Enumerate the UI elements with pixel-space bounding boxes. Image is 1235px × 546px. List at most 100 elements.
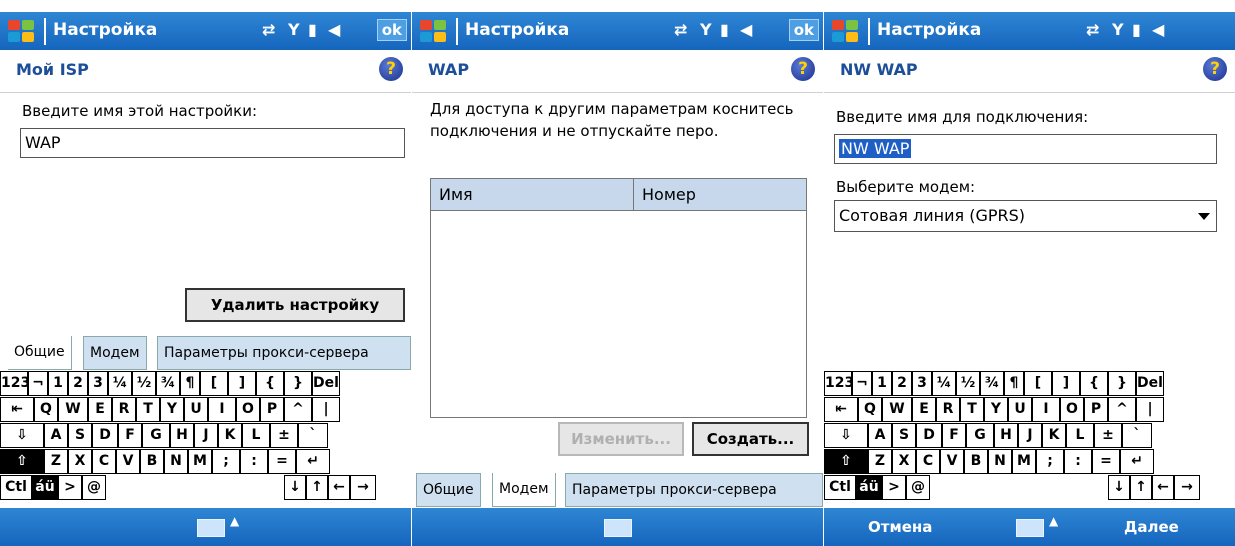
keyboard-icon[interactable] — [197, 519, 225, 537]
key[interactable]: N — [988, 449, 1012, 474]
input-menu-arrow-icon[interactable]: ▲ — [1049, 514, 1058, 528]
key[interactable]: R — [936, 397, 960, 422]
key[interactable]: ; — [1036, 449, 1064, 474]
key[interactable]: 1 — [48, 371, 68, 396]
windows-start-icon[interactable] — [832, 20, 860, 44]
column-number-header[interactable]: Номер — [634, 179, 806, 211]
key[interactable]: D — [92, 423, 118, 448]
key[interactable]: 3 — [912, 371, 932, 396]
key[interactable]: ^ — [1108, 397, 1136, 422]
setting-name-input[interactable]: WAP — [20, 128, 405, 158]
key[interactable]: G — [966, 423, 994, 448]
tab-general[interactable]: Общие — [8, 336, 72, 370]
key[interactable]: C — [916, 449, 940, 474]
key[interactable]: G — [142, 423, 170, 448]
key[interactable]: F — [942, 423, 966, 448]
key[interactable]: = — [1092, 449, 1120, 474]
key[interactable]: ⇧ — [0, 449, 44, 474]
key[interactable]: Z — [44, 449, 68, 474]
key[interactable]: E — [912, 397, 936, 422]
key[interactable]: @ — [906, 475, 930, 500]
key[interactable]: ] — [1052, 371, 1080, 396]
key[interactable]: ¼ — [108, 371, 132, 396]
connectivity-icon[interactable]: ⇄ — [674, 20, 687, 39]
key[interactable]: : — [240, 449, 268, 474]
key[interactable]: > — [58, 475, 82, 500]
key[interactable]: ⇩ — [824, 423, 868, 448]
key[interactable]: P — [260, 397, 284, 422]
ok-button[interactable]: ok — [376, 19, 407, 41]
key[interactable]: A — [44, 423, 68, 448]
key[interactable]: } — [284, 371, 312, 396]
key[interactable]: B — [964, 449, 988, 474]
tab-general[interactable]: Общие — [416, 473, 481, 507]
key[interactable]: | — [1136, 397, 1164, 422]
key[interactable]: ⇩ — [0, 423, 44, 448]
key[interactable]: W — [58, 397, 88, 422]
key[interactable]: @ — [82, 475, 106, 500]
key[interactable]: áü — [32, 475, 58, 500]
key[interactable]: D — [916, 423, 942, 448]
key[interactable]: N — [164, 449, 188, 474]
key[interactable]: ¬ — [852, 371, 872, 396]
key[interactable]: ^ — [284, 397, 312, 422]
key[interactable]: J — [1018, 423, 1042, 448]
key[interactable]: 2 — [892, 371, 912, 396]
key[interactable]: ¾ — [156, 371, 180, 396]
key[interactable]: ± — [270, 423, 298, 448]
key[interactable]: V — [116, 449, 140, 474]
keyboard-icon[interactable] — [1016, 519, 1044, 537]
edit-button[interactable]: Изменить... — [558, 422, 684, 456]
key[interactable]: áü — [856, 475, 882, 500]
key[interactable]: ↑ — [306, 475, 328, 500]
signal-icon[interactable]: Y — [288, 20, 300, 39]
signal-icon[interactable]: Y — [1112, 20, 1124, 39]
key[interactable]: B — [140, 449, 164, 474]
cancel-softkey[interactable]: Отмена — [868, 518, 932, 536]
help-icon[interactable]: ? — [1203, 57, 1227, 81]
key[interactable]: = — [268, 449, 296, 474]
key[interactable]: } — [1108, 371, 1136, 396]
key[interactable]: L — [1066, 423, 1094, 448]
help-icon[interactable]: ? — [379, 57, 403, 81]
key[interactable]: Q — [858, 397, 882, 422]
key[interactable]: ` — [1122, 423, 1152, 448]
key[interactable]: 3 — [88, 371, 108, 396]
key[interactable]: ¶ — [180, 371, 200, 396]
key[interactable]: P — [1084, 397, 1108, 422]
key[interactable]: ↵ — [1120, 449, 1154, 474]
key[interactable]: : — [1064, 449, 1092, 474]
key[interactable]: ± — [1094, 423, 1122, 448]
key[interactable]: ¬ — [28, 371, 48, 396]
key[interactable]: C — [92, 449, 116, 474]
key[interactable]: ½ — [132, 371, 156, 396]
key[interactable]: ↓ — [284, 475, 306, 500]
key[interactable]: ↵ — [296, 449, 330, 474]
key[interactable]: X — [68, 449, 92, 474]
column-name-header[interactable]: Имя — [431, 179, 634, 211]
modem-select[interactable]: Сотовая линия (GPRS) — [834, 200, 1217, 232]
key[interactable]: T — [960, 397, 984, 422]
key[interactable]: Ctl — [824, 475, 856, 500]
key[interactable]: T — [136, 397, 160, 422]
key[interactable]: U — [184, 397, 208, 422]
volume-icon[interactable]: ◀ — [1152, 20, 1164, 39]
key[interactable]: U — [1008, 397, 1032, 422]
key[interactable]: ⇤ — [0, 397, 34, 422]
key[interactable]: S — [68, 423, 92, 448]
connectivity-icon[interactable]: ⇄ — [262, 20, 275, 39]
key[interactable]: [ — [1024, 371, 1052, 396]
key[interactable]: I — [1032, 397, 1060, 422]
key[interactable]: { — [256, 371, 284, 396]
input-menu-arrow-icon[interactable]: ▲ — [230, 514, 239, 528]
connectivity-icon[interactable]: ⇄ — [1086, 20, 1099, 39]
key[interactable]: Y — [160, 397, 184, 422]
key[interactable]: 1 — [872, 371, 892, 396]
key[interactable]: | — [312, 397, 340, 422]
key[interactable]: O — [236, 397, 260, 422]
key[interactable]: M — [1012, 449, 1036, 474]
key[interactable]: 123 — [824, 371, 854, 396]
key[interactable]: [ — [200, 371, 228, 396]
help-icon[interactable]: ? — [791, 57, 815, 81]
next-softkey[interactable]: Далее — [1124, 518, 1179, 536]
